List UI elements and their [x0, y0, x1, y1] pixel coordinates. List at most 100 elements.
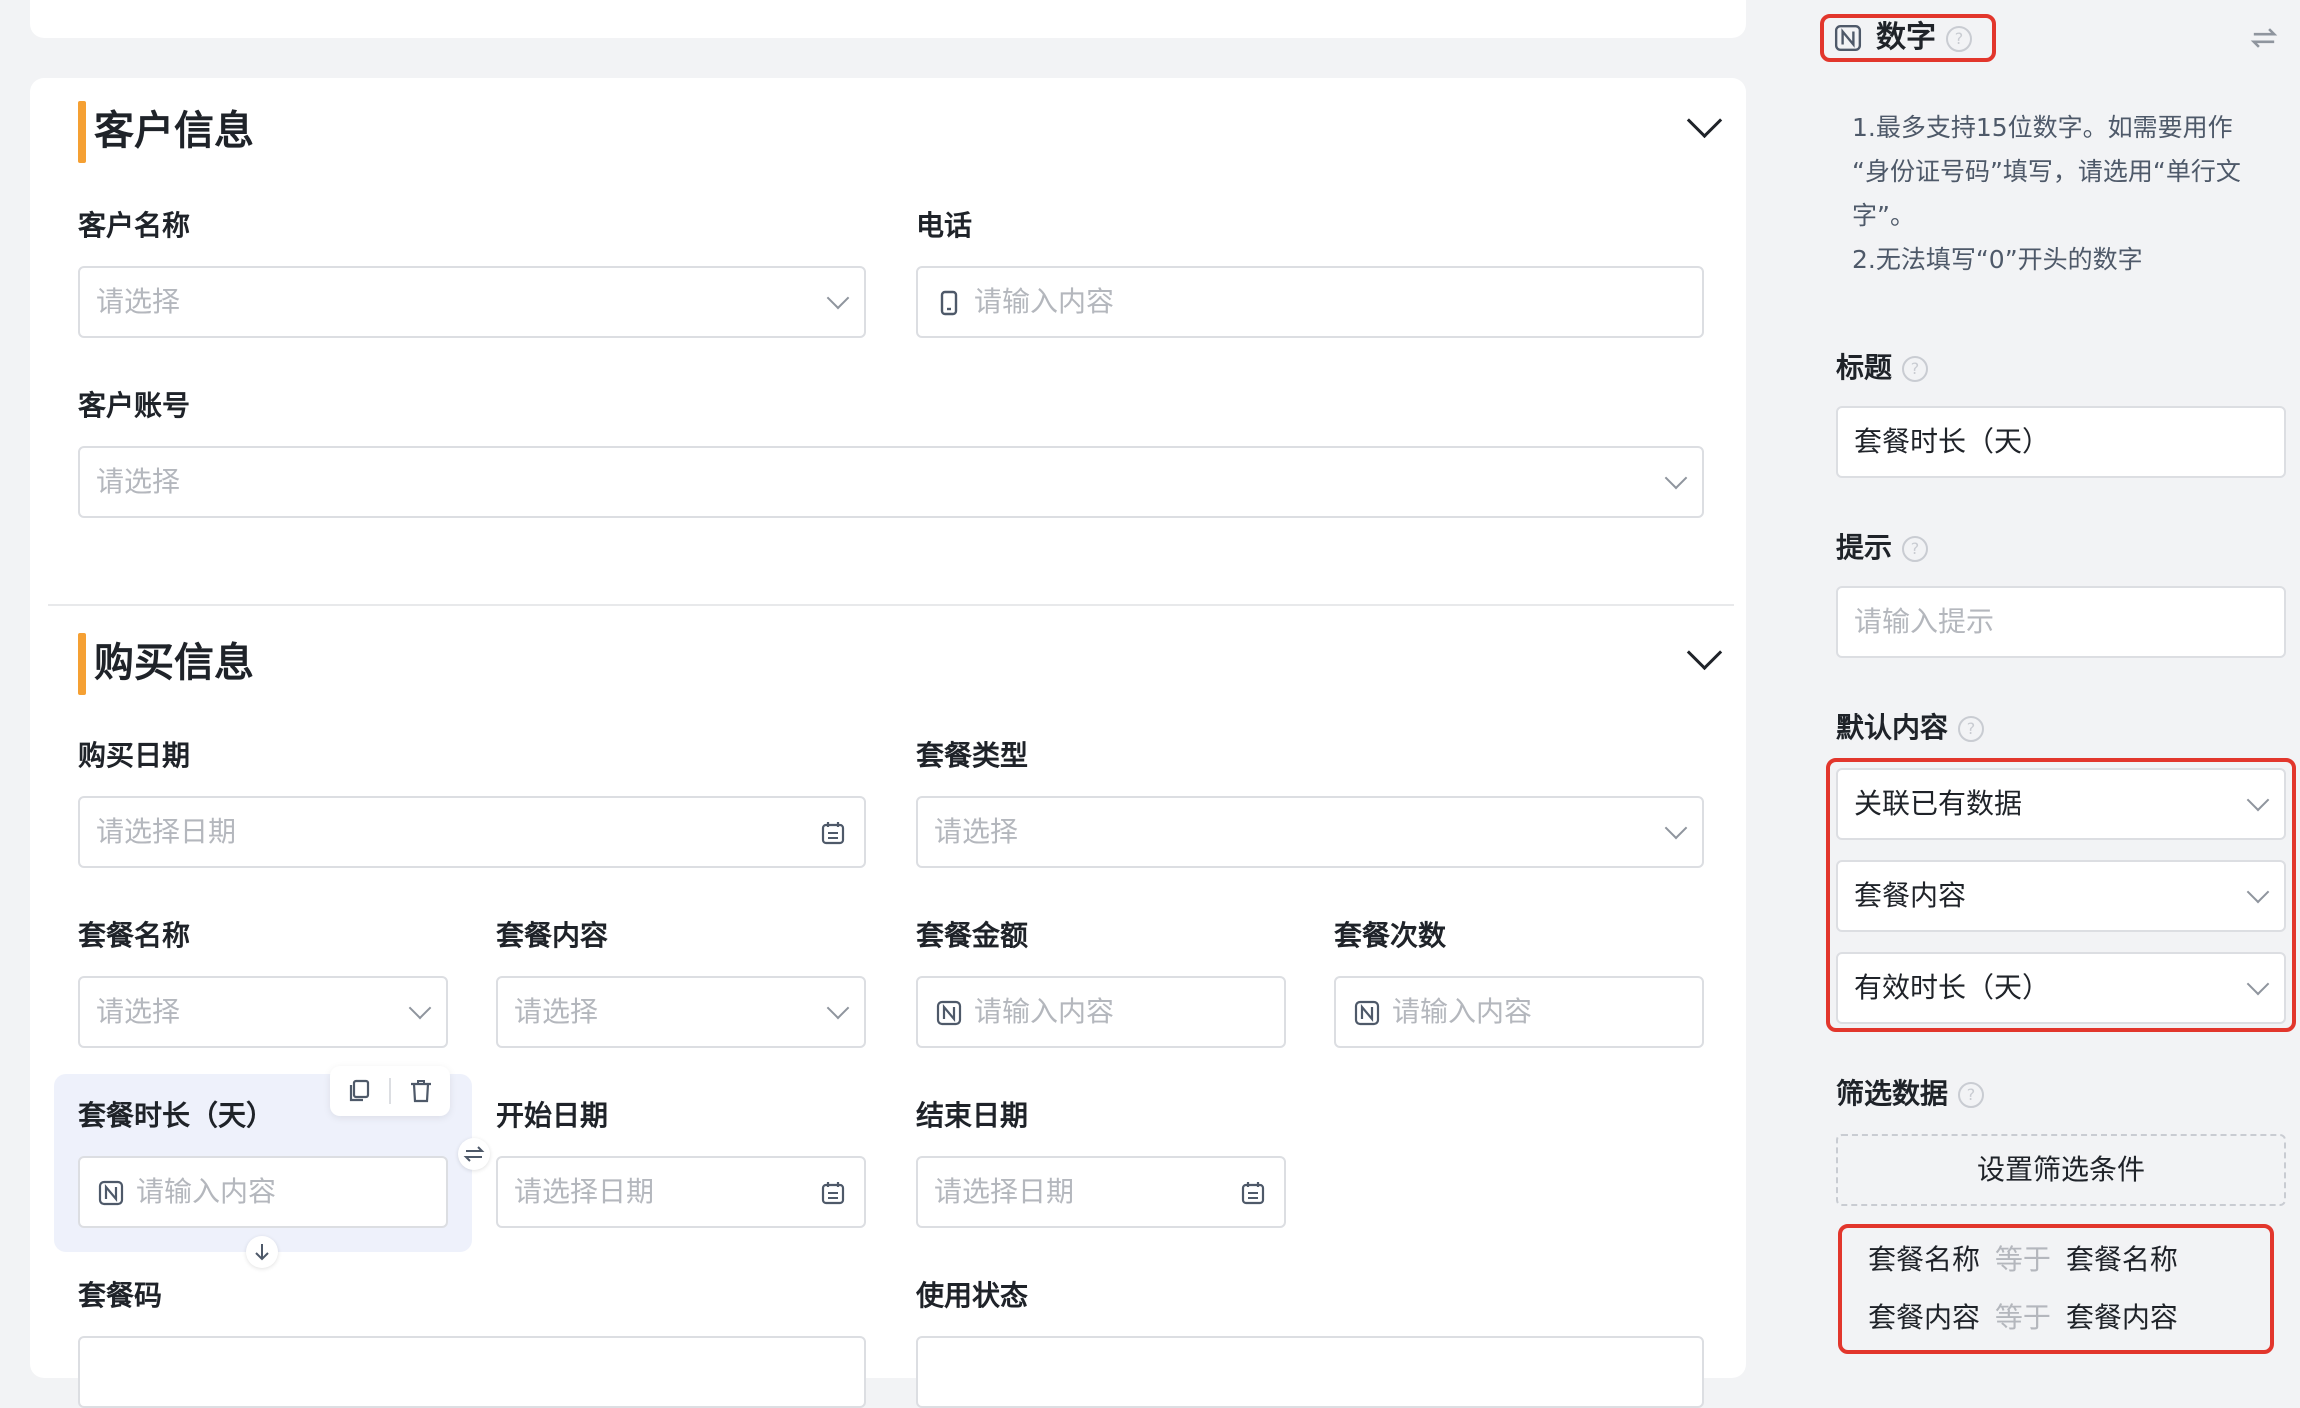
default-form-select[interactable]: 套餐内容 — [1836, 860, 2286, 932]
set-filter-label: 设置筛选条件 — [1976, 1153, 2145, 1186]
package-amount-input[interactable]: 请输入内容 — [916, 976, 1286, 1048]
phone-icon — [940, 290, 958, 316]
chevron-down-icon — [2246, 880, 2270, 904]
placeholder: 请选择日期 — [514, 1175, 655, 1208]
label-end-date: 结束日期 — [916, 1099, 1029, 1132]
calendar-icon — [821, 1182, 845, 1205]
calendar-icon — [1241, 1182, 1265, 1205]
label-usage-status: 使用状态 — [916, 1279, 1029, 1312]
chevron-down-icon — [1664, 816, 1688, 840]
label-start-date: 开始日期 — [496, 1099, 609, 1132]
selected-value: 关联已有数据 — [1854, 787, 2023, 820]
placeholder: 请选择 — [96, 285, 181, 318]
chevron-down-icon — [1664, 466, 1688, 490]
section-title-customer: 客户信息 — [94, 108, 254, 154]
default-source-select[interactable]: 关联已有数据 — [1836, 768, 2286, 840]
chevron-down-icon — [826, 996, 850, 1020]
placeholder: 请选择 — [514, 995, 599, 1028]
hint-property-label: 提示? — [1836, 528, 1929, 568]
usage-status-field[interactable] — [916, 1336, 1704, 1408]
title-value: 套餐时长（天） — [1854, 425, 2051, 458]
field-type-text: 数字 — [1876, 20, 1936, 55]
label-phone: 电话 — [916, 209, 973, 242]
resize-width-handle[interactable] — [458, 1138, 490, 1170]
switch-type-icon[interactable] — [2250, 24, 2278, 52]
condition-field: 套餐内容 — [1868, 1301, 1981, 1334]
label-package-amount: 套餐金额 — [916, 919, 1029, 952]
filter-data-label: 筛选数据? — [1836, 1074, 1985, 1114]
tips-box: 1.最多支持15位数字。如需要用作 “身份证号码”填写，请选用“单行文 字”。 … — [1836, 88, 2286, 296]
label-customer-name: 客户名称 — [78, 209, 191, 242]
form-card: 客户信息 客户名称 请选择 电话 请输入内容 客户账号 请选择 购买信息 购买日… — [30, 78, 1746, 1408]
tip-line: 2.无法填写“0”开头的数字 — [1852, 245, 2143, 274]
set-filter-button[interactable]: 设置筛选条件 — [1836, 1134, 2286, 1206]
label-customer-account: 客户账号 — [78, 389, 191, 422]
field-toolbar — [330, 1066, 450, 1116]
condition-operator: 等于 — [1994, 1243, 2051, 1276]
number-icon — [1834, 24, 1862, 52]
hint-input[interactable]: 请输入提示 — [1836, 586, 2286, 658]
chevron-down-icon — [826, 286, 850, 310]
placeholder: 请选择日期 — [934, 1175, 1075, 1208]
package-duration-input[interactable]: 请输入内容 — [78, 1156, 448, 1228]
toolbar-divider — [389, 1078, 391, 1104]
title-property-label: 标题? — [1836, 348, 1929, 388]
customer-account-select[interactable]: 请选择 — [78, 446, 1704, 518]
title-input[interactable]: 套餐时长（天） — [1836, 406, 2286, 478]
collapse-chevron-icon[interactable] — [1686, 634, 1723, 671]
hint-label-text: 提示 — [1836, 531, 1893, 564]
arrow-down-icon — [255, 1244, 269, 1261]
label-purchase-date: 购买日期 — [78, 739, 191, 772]
placeholder: 请输入内容 — [136, 1175, 277, 1208]
placeholder: 请输入内容 — [974, 285, 1115, 318]
section-accent-bar — [78, 633, 86, 695]
condition-operator: 等于 — [1994, 1301, 2051, 1334]
default-field-select[interactable]: 有效时长（天） — [1836, 952, 2286, 1024]
placeholder: 请输入提示 — [1854, 605, 1995, 638]
collapse-chevron-icon[interactable] — [1686, 102, 1723, 139]
label-package-code: 套餐码 — [78, 1279, 163, 1312]
package-code-field[interactable] — [78, 1336, 866, 1408]
section-divider — [48, 604, 1734, 606]
purchase-date-picker[interactable]: 请选择日期 — [78, 796, 866, 868]
chevron-down-icon — [408, 996, 432, 1020]
label-package-content: 套餐内容 — [496, 919, 609, 952]
package-count-input[interactable]: 请输入内容 — [1334, 976, 1704, 1048]
condition-value: 套餐内容 — [2065, 1301, 2178, 1334]
filter-condition[interactable]: 套餐内容 等于 套餐内容 — [1868, 1294, 2178, 1342]
placeholder: 请输入内容 — [974, 995, 1115, 1028]
help-icon[interactable]: ? — [1958, 716, 1985, 742]
help-icon[interactable]: ? — [1902, 536, 1929, 562]
copy-icon[interactable] — [346, 1078, 372, 1104]
label-package-count: 套餐次数 — [1334, 919, 1447, 952]
tip-line: 字”。 — [1852, 201, 1915, 230]
package-type-select[interactable]: 请选择 — [916, 796, 1704, 868]
package-name-select[interactable]: 请选择 — [78, 976, 448, 1048]
label-package-duration: 套餐时长（天） — [78, 1099, 275, 1132]
filter-condition[interactable]: 套餐名称 等于 套餐名称 — [1868, 1236, 2178, 1284]
placeholder: 请选择 — [96, 995, 181, 1028]
start-date-picker[interactable]: 请选择日期 — [496, 1156, 866, 1228]
move-down-handle[interactable] — [246, 1236, 278, 1268]
filter-label-text: 筛选数据 — [1836, 1077, 1949, 1110]
default-label-text: 默认内容 — [1836, 711, 1949, 744]
help-icon[interactable]: ? — [1958, 1082, 1985, 1108]
help-icon[interactable]: ? — [1902, 356, 1929, 382]
end-date-picker[interactable]: 请选择日期 — [916, 1156, 1286, 1228]
number-icon — [98, 1180, 124, 1206]
section-title-purchase: 购买信息 — [94, 640, 254, 686]
selected-value: 有效时长（天） — [1854, 971, 2051, 1004]
field-type-label: 数字? — [1876, 18, 1972, 58]
help-icon[interactable]: ? — [1946, 25, 1972, 52]
label-package-name: 套餐名称 — [78, 919, 191, 952]
placeholder: 请选择 — [96, 465, 181, 498]
delete-icon[interactable] — [408, 1078, 434, 1104]
chevron-down-icon — [2246, 972, 2270, 996]
tip-line: 1.最多支持15位数字。如需要用作 — [1852, 113, 2233, 142]
condition-value: 套餐名称 — [2065, 1243, 2178, 1276]
condition-field: 套餐名称 — [1868, 1243, 1981, 1276]
package-content-select[interactable]: 请选择 — [496, 976, 866, 1048]
phone-input[interactable]: 请输入内容 — [916, 266, 1704, 338]
customer-name-select[interactable]: 请选择 — [78, 266, 866, 338]
filter-conditions-box: 套餐名称 等于 套餐名称 套餐内容 等于 套餐内容 — [1846, 1232, 2266, 1346]
